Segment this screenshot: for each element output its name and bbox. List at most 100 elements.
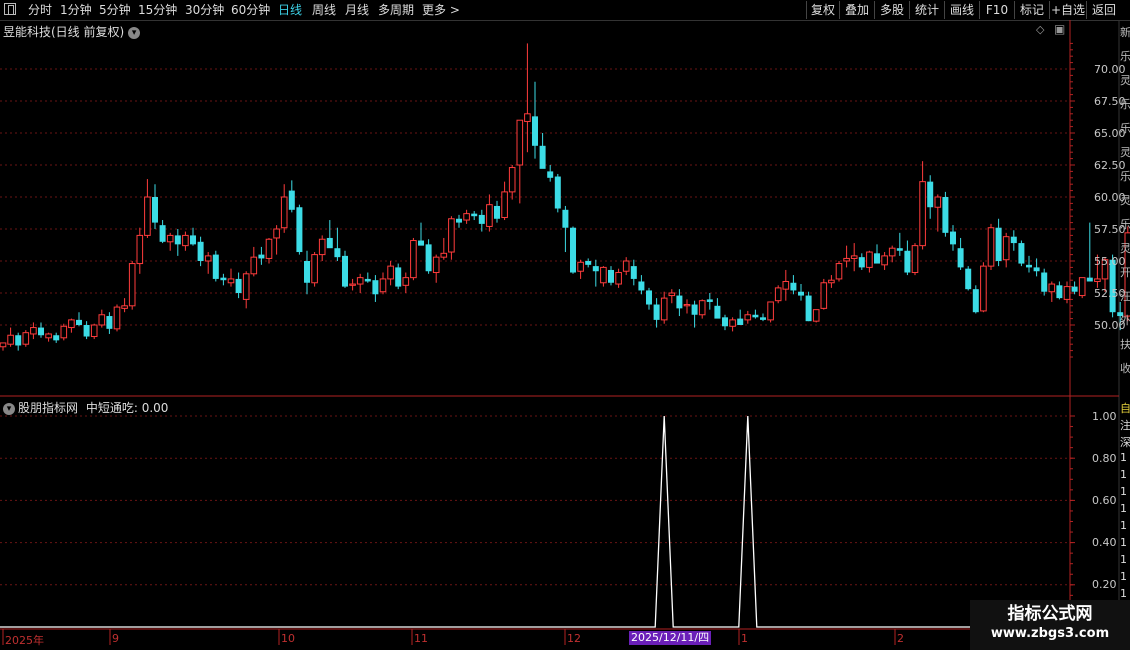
candle-body-up bbox=[463, 213, 470, 221]
main-panel-title[interactable]: 昱能科技(日线 前复权) ▾ bbox=[3, 23, 141, 40]
candle-body-down bbox=[592, 266, 599, 272]
sidebar-glyph[interactable]: 乐 bbox=[1120, 168, 1130, 184]
candle-body-down bbox=[471, 213, 478, 217]
sidebar-glyph[interactable]: 1 bbox=[1120, 587, 1130, 600]
sidebar-glyph[interactable]: 1 bbox=[1120, 485, 1130, 498]
sidebar-glyph[interactable]: 灵 bbox=[1120, 144, 1130, 160]
sidebar-glyph[interactable]: 新 bbox=[1120, 24, 1130, 40]
sidebar-glyph[interactable]: 乐 bbox=[1120, 216, 1130, 232]
candle-body-down bbox=[706, 299, 713, 302]
candle-body-up bbox=[782, 280, 790, 290]
sidebar-glyph[interactable]: 自 bbox=[1120, 400, 1130, 416]
candle-body-down bbox=[106, 316, 113, 329]
candle-body-up bbox=[1094, 278, 1101, 282]
sidebar-glyph[interactable]: 1 bbox=[1120, 553, 1130, 566]
indicator-dropdown-icon[interactable]: ▾ bbox=[3, 402, 15, 415]
candle-body-down bbox=[456, 218, 462, 223]
diamond-icon[interactable]: ◇ bbox=[1036, 23, 1044, 36]
candle-body-up bbox=[866, 251, 873, 268]
watermark-logo: 指标公式网 www.zbgs3.com bbox=[970, 600, 1130, 650]
candle-body-up bbox=[128, 263, 136, 307]
sidebar-glyph[interactable]: 灵 bbox=[1120, 192, 1130, 208]
candle-body-up bbox=[280, 196, 288, 229]
candle-body-up bbox=[888, 247, 896, 257]
candle-body-up bbox=[30, 327, 37, 335]
sidebar-glyph[interactable]: 1 bbox=[1120, 536, 1130, 549]
candle-body-up bbox=[45, 333, 52, 339]
candle-body-down bbox=[995, 227, 1002, 261]
candle-body-down bbox=[53, 335, 60, 341]
candle-body-down bbox=[646, 290, 652, 305]
sidebar-glyph[interactable]: 1 bbox=[1120, 502, 1130, 515]
candle-body-up bbox=[22, 332, 30, 345]
x-month-label: 12 bbox=[567, 632, 581, 645]
candle-body-up bbox=[911, 245, 919, 274]
candle-body-up bbox=[767, 301, 774, 321]
candle-body-down bbox=[83, 325, 90, 337]
candle-body-down bbox=[927, 181, 934, 208]
candle-body-up bbox=[242, 273, 250, 300]
candle-body-down bbox=[15, 335, 22, 346]
candle-body-up bbox=[615, 272, 622, 285]
stock-title: 昱能科技(日线 前复权) bbox=[3, 25, 125, 39]
sidebar-glyph[interactable]: 深 bbox=[1120, 434, 1130, 450]
candle-body-down bbox=[790, 282, 797, 291]
cursor-date-tag: 2025/12/11/四 bbox=[629, 631, 712, 645]
candle-body-up bbox=[1002, 236, 1010, 261]
panel-toggle-icon[interactable]: ▣ bbox=[1054, 22, 1065, 36]
sidebar-glyph[interactable]: 1 bbox=[1120, 468, 1130, 481]
sidebar-glyph[interactable]: 乐 bbox=[1120, 96, 1130, 112]
sidebar-glyph[interactable]: 扶 bbox=[1120, 336, 1130, 352]
candle-body-up bbox=[68, 319, 75, 329]
chart-canvas[interactable] bbox=[0, 0, 1130, 650]
candle-body-up bbox=[273, 228, 280, 239]
indicator-panel-title[interactable]: ▾ 股朋指标网 中短通吃: 0.00 bbox=[3, 399, 168, 416]
candle-body-down bbox=[691, 304, 698, 315]
candle-body-down bbox=[554, 176, 561, 209]
candle-body-down bbox=[798, 291, 804, 296]
candle-body-up bbox=[311, 254, 318, 284]
sidebar-glyph[interactable]: 1 bbox=[1120, 519, 1130, 532]
candle-body-up bbox=[402, 277, 410, 286]
candle-body-up bbox=[516, 119, 524, 166]
candle-body-down bbox=[235, 278, 242, 293]
candle-body-up bbox=[448, 218, 455, 253]
candle-body-up bbox=[204, 255, 212, 262]
candle-body-up bbox=[622, 260, 630, 272]
candle-body-up bbox=[501, 191, 508, 218]
title-dropdown-icon[interactable]: ▾ bbox=[128, 26, 141, 39]
sidebar-glyph[interactable]: 1 bbox=[1120, 451, 1130, 464]
sidebar-glyph[interactable]: 开 bbox=[1120, 264, 1130, 280]
candle-body-up bbox=[812, 309, 820, 322]
candle-body-down bbox=[174, 235, 181, 245]
candle-body-up bbox=[227, 278, 235, 284]
candle-body-down bbox=[334, 248, 341, 258]
x-month-label: 2025年 bbox=[5, 634, 44, 647]
sidebar-glyph[interactable]: 灵 bbox=[1120, 240, 1130, 256]
sidebar-glyph[interactable]: 1 bbox=[1120, 570, 1130, 583]
candle-body-down bbox=[608, 269, 614, 283]
candle-body-down bbox=[494, 205, 500, 219]
candle-body-down bbox=[197, 241, 204, 261]
sidebar-glyph[interactable]: 灵 bbox=[1120, 72, 1130, 88]
candle-body-down bbox=[630, 266, 637, 279]
candle-body-up bbox=[60, 325, 68, 339]
candle-body-down bbox=[1010, 236, 1017, 244]
sidebar-glyph[interactable]: 汪 bbox=[1120, 288, 1130, 304]
candle-body-up bbox=[7, 334, 14, 345]
candle-body-down bbox=[258, 254, 265, 259]
sidebar-glyph[interactable]: 乐 bbox=[1120, 48, 1130, 64]
candle-body-up bbox=[440, 252, 448, 258]
candle-body-up bbox=[524, 113, 531, 122]
candle-body-up bbox=[265, 238, 273, 259]
sidebar-glyph[interactable]: 注 bbox=[1120, 417, 1130, 433]
candle-body-up bbox=[577, 261, 584, 272]
candle-body-up bbox=[508, 167, 516, 193]
candle-body-up bbox=[820, 282, 828, 309]
candle-body-down bbox=[304, 261, 310, 283]
candle-body-up bbox=[182, 234, 189, 247]
candle-body-up bbox=[121, 305, 128, 309]
sidebar-glyph[interactable]: 收 bbox=[1120, 360, 1130, 376]
sidebar-glyph[interactable]: 乐 bbox=[1120, 120, 1130, 136]
sidebar-glyph[interactable]: 外 bbox=[1120, 312, 1130, 328]
